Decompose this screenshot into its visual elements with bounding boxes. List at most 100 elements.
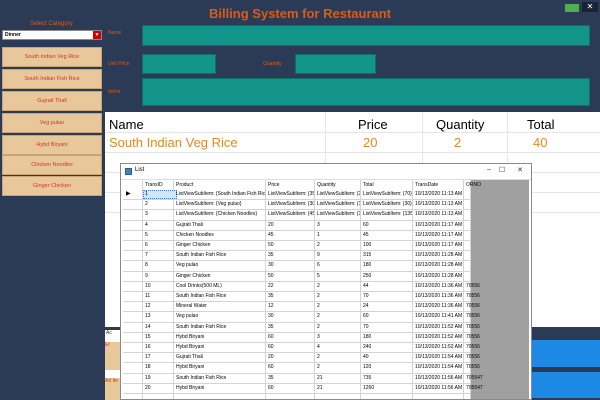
table-cell[interactable]: 10/13/2020 11:36 AM xyxy=(415,292,464,301)
table-cell[interactable]: 10/13/2020 11:13 AM xyxy=(415,200,464,209)
table-cell[interactable]: 9 xyxy=(145,272,173,281)
table-cell[interactable]: 250 xyxy=(363,272,412,281)
table-cell[interactable]: 60 xyxy=(268,343,314,352)
table-cell[interactable]: 18 xyxy=(145,363,173,372)
table-cell[interactable]: 70556 xyxy=(466,312,506,321)
transactions-listview[interactable]: TransID Product Price Quantity Total Tra… xyxy=(123,180,529,399)
table-cell[interactable]: 7 xyxy=(145,251,173,260)
table-cell[interactable]: 30 xyxy=(268,312,314,321)
column-header[interactable]: Price xyxy=(268,181,279,189)
table-cell[interactable]: 10/13/2020 11:52 AM xyxy=(415,323,464,332)
action-button-2[interactable]: Ad Ite xyxy=(105,378,120,400)
table-cell[interactable]: Hybd Biryani xyxy=(176,363,265,372)
menu-item-button[interactable]: Gujrati Thali xyxy=(2,91,102,111)
table-cell[interactable]: 21 xyxy=(317,384,360,393)
table-cell[interactable]: 2 xyxy=(145,200,173,209)
table-cell[interactable]: ListViewSubItem: {Chicken Noodles} xyxy=(176,210,265,219)
table-cell[interactable] xyxy=(466,261,506,270)
table-cell[interactable]: Veg pulao xyxy=(176,261,265,270)
table-cell[interactable]: Ginger Chicken xyxy=(176,272,265,281)
table-cell[interactable]: 1260 xyxy=(363,384,412,393)
table-cell[interactable]: 2 xyxy=(317,363,360,372)
table-cell[interactable]: ListViewSubItem: {45} xyxy=(268,210,314,219)
table-cell[interactable]: 35 xyxy=(268,374,314,383)
table-cell[interactable]: 70556 xyxy=(466,292,506,301)
table-cell[interactable]: 12 xyxy=(145,302,173,311)
table-cell[interactable]: South Indian Fish Rice xyxy=(176,251,265,260)
table-cell[interactable]: 3 xyxy=(317,221,360,230)
table-cell[interactable]: 20 xyxy=(145,384,173,393)
table-cell[interactable]: 2 xyxy=(317,292,360,301)
table-cell[interactable]: 70556 xyxy=(466,343,506,352)
table-cell[interactable]: 3 xyxy=(317,333,360,342)
table-cell[interactable]: 60 xyxy=(363,312,412,321)
table-cell[interactable]: 10/13/2020 11:28 AM xyxy=(415,272,464,281)
table-cell[interactable]: 10/13/2020 11:13 AM xyxy=(415,190,464,199)
table-cell[interactable]: ListViewSubItem: {35} xyxy=(268,190,314,199)
chevron-down-icon[interactable]: ▼ xyxy=(93,31,101,39)
table-cell[interactable]: Mineral Water xyxy=(176,302,265,311)
table-cell[interactable]: 40 xyxy=(363,353,412,362)
table-cell[interactable]: ListViewSubItem: {1} xyxy=(317,200,360,209)
table-cell[interactable]: 60 xyxy=(268,384,314,393)
table-cell[interactable] xyxy=(466,200,506,209)
table-cell[interactable]: 180 xyxy=(363,333,412,342)
action-button-1[interactable]: Er xyxy=(105,342,120,370)
table-cell[interactable]: 1 xyxy=(317,231,360,240)
table-cell[interactable]: ListViewSubItem: {2} xyxy=(317,190,360,199)
table-cell[interactable]: Chicken Noodles xyxy=(176,231,265,240)
table-cell[interactable]: 10/13/2020 11:54 AM xyxy=(415,363,464,372)
table-cell[interactable]: 15 xyxy=(145,333,173,342)
category-select[interactable]: Dinner ▼ xyxy=(2,30,102,40)
table-cell[interactable] xyxy=(466,241,506,250)
table-cell[interactable]: 2 xyxy=(317,302,360,311)
table-cell[interactable]: 2 xyxy=(317,282,360,291)
quantity-field[interactable] xyxy=(295,54,376,74)
table-cell[interactable]: Hybd Biryani xyxy=(176,384,265,393)
table-cell[interactable]: South Indian Fish Rice xyxy=(176,323,265,332)
table-cell[interactable]: 70556 xyxy=(466,302,506,311)
table-cell[interactable]: 35 xyxy=(268,251,314,260)
table-cell[interactable]: 10/13/2020 11:52 AM xyxy=(415,343,464,352)
table-cell[interactable]: Ginger Chicken xyxy=(176,241,265,250)
table-cell[interactable]: 16 xyxy=(145,343,173,352)
table-cell[interactable]: 21 xyxy=(317,374,360,383)
table-cell[interactable]: ListViewSubItem: {135} xyxy=(363,210,412,219)
table-cell[interactable] xyxy=(466,272,506,281)
table-cell[interactable]: 4 xyxy=(145,221,173,230)
table-cell[interactable] xyxy=(466,210,506,219)
table-cell[interactable]: 3 xyxy=(145,210,173,219)
table-cell[interactable]: 2 xyxy=(317,312,360,321)
dialog-maximize-icon[interactable]: ☐ xyxy=(496,166,508,174)
table-cell[interactable]: ListViewSubItem: {South Indian Fish Rice… xyxy=(176,190,265,199)
table-cell[interactable]: 5 xyxy=(145,231,173,240)
name-field[interactable] xyxy=(142,25,590,46)
table-cell[interactable]: 70556 xyxy=(466,333,506,342)
table-cell[interactable]: 240 xyxy=(363,343,412,352)
table-cell[interactable]: 10/13/2020 11:17 AM xyxy=(415,231,464,240)
column-header[interactable]: TransID xyxy=(145,181,163,189)
minimize-button[interactable] xyxy=(565,4,579,12)
column-header[interactable]: TransDate xyxy=(415,181,438,189)
table-cell[interactable]: 35 xyxy=(268,323,314,332)
table-cell[interactable]: 70556 xyxy=(466,353,506,362)
table-cell[interactable]: 10/13/2020 11:13 AM xyxy=(415,210,464,219)
table-cell[interactable] xyxy=(466,221,506,230)
table-cell[interactable]: 17 xyxy=(145,353,173,362)
table-cell[interactable]: 10/13/2020 11:36 AM xyxy=(415,282,464,291)
table-cell[interactable] xyxy=(466,190,506,199)
table-cell[interactable]: ListViewSubItem: {70} xyxy=(363,190,412,199)
table-cell[interactable]: 13 xyxy=(145,312,173,321)
table-cell[interactable]: 70 xyxy=(363,323,412,332)
table-cell[interactable]: 10/13/2020 11:17 AM xyxy=(415,241,464,250)
table-cell[interactable]: South Indian Fish Rice xyxy=(176,292,265,301)
table-cell[interactable]: 12 xyxy=(268,302,314,311)
menu-item-button[interactable]: Veg pulao xyxy=(2,113,102,133)
table-cell[interactable]: 60 xyxy=(363,221,412,230)
table-cell[interactable]: 10/13/2020 11:36 AM xyxy=(415,302,464,311)
table-cell[interactable]: 70556 xyxy=(466,323,506,332)
dialog-minimize-icon[interactable]: – xyxy=(483,166,495,173)
table-cell[interactable]: 44 xyxy=(363,282,412,291)
table-cell[interactable]: 4 xyxy=(317,343,360,352)
table-cell[interactable]: 60 xyxy=(268,363,314,372)
